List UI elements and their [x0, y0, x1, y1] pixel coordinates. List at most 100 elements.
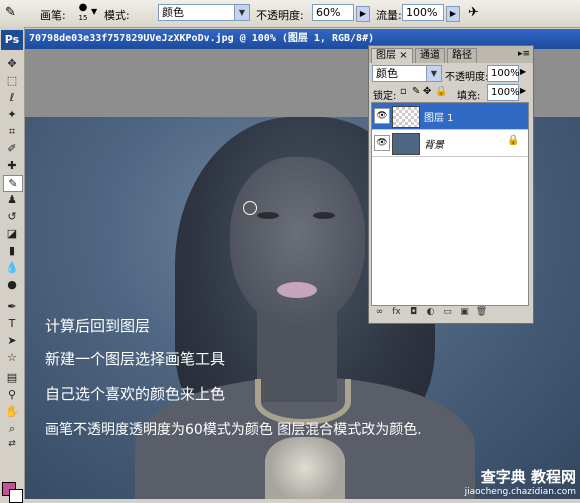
tab-layers[interactable]: 图层 ×: [371, 48, 413, 63]
lock-label: 锁定:: [373, 91, 397, 102]
watermark-title: 查字典 教程网: [480, 468, 576, 486]
watermark: 查字典 教程网 jiaocheng.chazidian.com: [465, 466, 576, 497]
fill-label: 填充:: [457, 91, 481, 102]
opacity-input[interactable]: 60%: [312, 4, 354, 21]
opacity-value: 60%: [316, 6, 341, 19]
overlay-text-line-3: 自己选个喜欢的颜色来上色: [45, 385, 226, 403]
opacity-label: 不透明度:: [256, 9, 304, 22]
adjustment-icon[interactable]: ◐: [422, 307, 439, 317]
gradient-tool-icon[interactable]: ▮: [3, 243, 21, 258]
lock-transparency-icon[interactable]: ▫: [400, 86, 407, 97]
lock-icon: 🔒: [507, 135, 520, 146]
magic-wand-icon[interactable]: ✦: [3, 107, 21, 122]
dodge-tool-icon[interactable]: ●: [3, 277, 21, 292]
layer-name: 图层 1: [424, 113, 454, 124]
layer-row-background[interactable]: 👁 背景 🔒: [372, 130, 528, 157]
document-title: 70798de03e33f757829UVeJzXKPoDv.jpg @ 100…: [29, 33, 375, 44]
lock-pixels-icon[interactable]: ✎: [412, 86, 420, 97]
lasso-tool-icon[interactable]: ℓ: [3, 90, 21, 105]
layer-opacity-label: 不透明度:: [445, 72, 489, 83]
link-icon[interactable]: ∞: [371, 307, 388, 317]
lock-all-icon[interactable]: 🔒: [435, 86, 447, 97]
overlay-text-line-4: 画笔不透明度透明度为60模式为颜色 图层混合模式改为颜色.: [45, 422, 422, 438]
lock-position-icon[interactable]: ✥: [423, 86, 431, 97]
panel-tabs: 图层 × 通道 路径 ▸≡: [369, 46, 533, 63]
layer-name: 背景: [424, 140, 444, 151]
history-brush-icon[interactable]: ↺: [3, 209, 21, 224]
photo-face: [230, 157, 365, 327]
move-tool-icon[interactable]: ✥: [3, 56, 21, 71]
brush-dropdown-arrow[interactable]: ▼: [91, 7, 97, 16]
tab-layers-label: 图层: [376, 50, 396, 61]
blend-mode-select[interactable]: 颜色 ▼: [372, 65, 442, 82]
app-logo: Ps: [1, 30, 23, 50]
swap-colors-icon[interactable]: ⇄: [3, 437, 21, 452]
brush-tool-icon[interactable]: ✎: [3, 175, 23, 192]
flow-input[interactable]: 100%: [402, 4, 444, 21]
mode-select[interactable]: 颜色 ▼: [158, 4, 250, 21]
fill-input[interactable]: 100%: [487, 84, 520, 101]
layer-opacity-input[interactable]: 100%: [487, 65, 520, 82]
blend-mode-value: 颜色: [376, 67, 398, 80]
mode-select-value: 颜色: [162, 6, 184, 19]
trash-icon[interactable]: 🗑: [473, 307, 490, 317]
photo-eye-left: [257, 212, 279, 219]
toolbox: Ps ✥ ⬚ ℓ ✦ ⌗ ✐ ✚ ✎ ♟ ↺ ◪ ▮ 💧 ● ✒ T ➤ ☆ ▤…: [0, 27, 25, 503]
eyedropper-icon[interactable]: ⚲: [3, 387, 21, 402]
photo-lips: [277, 282, 317, 298]
overlay-text-line-2: 新建一个图层选择画笔工具: [45, 350, 226, 368]
layer-row-layer1[interactable]: 👁 图层 1: [372, 103, 528, 130]
crop-tool-icon[interactable]: ⌗: [3, 124, 21, 139]
eye-icon[interactable]: 👁: [374, 135, 390, 151]
airbrush-icon[interactable]: ✈: [468, 5, 479, 20]
photo-eye-right: [313, 212, 335, 219]
blend-row: 颜色 ▼ 不透明度: 100% ▶: [369, 65, 533, 85]
opacity-slider-arrow[interactable]: ▶: [356, 6, 370, 22]
mode-label: 模式:: [104, 9, 130, 22]
new-layer-icon[interactable]: ▣: [456, 307, 473, 317]
photo-necklace: [255, 379, 351, 425]
hand-tool-icon[interactable]: ✋: [3, 404, 21, 419]
stamp-tool-icon[interactable]: ♟: [3, 192, 21, 207]
panel-menu-icon[interactable]: ▸≡: [518, 49, 530, 59]
brush-tool-icon[interactable]: ✎: [5, 5, 16, 20]
layers-list: 👁 图层 1 👁 背景 🔒: [371, 102, 529, 306]
fill-value: 100%: [491, 87, 520, 98]
layers-panel-toolbar: ∞ fx ◘ ◐ ▭ ▣ 🗑: [371, 307, 529, 322]
marquee-tool-icon[interactable]: ⬚: [3, 73, 21, 88]
flow-value: 100%: [406, 6, 438, 19]
blur-tool-icon[interactable]: 💧: [3, 260, 21, 275]
layer-thumbnail: [392, 106, 420, 128]
pen-tool-icon[interactable]: ✒: [3, 299, 21, 314]
lock-row: 锁定: ▫ ✎ ✥ 🔒 填充: 100% ▶: [369, 84, 533, 104]
folder-icon[interactable]: ▭: [439, 307, 456, 317]
fill-arrow[interactable]: ▶: [520, 86, 526, 95]
layer-opacity-value: 100%: [491, 68, 520, 79]
layers-panel: 图层 × 通道 路径 ▸≡ 颜色 ▼ 不透明度: 100% ▶ 锁定: ▫ ✎ …: [368, 45, 534, 324]
mask-icon[interactable]: ◘: [405, 307, 422, 317]
fx-icon[interactable]: fx: [388, 307, 405, 317]
watermark-url: jiaocheng.chazidian.com: [464, 487, 576, 497]
brush-cursor-icon: [243, 201, 257, 215]
flow-slider-arrow[interactable]: ▶: [446, 6, 460, 22]
chevron-down-icon: ▼: [234, 5, 249, 20]
overlay-text-line-1: 计算后回到图层: [45, 317, 151, 335]
flow-label: 流量:: [376, 9, 402, 22]
zoom-tool-icon[interactable]: ⌕: [3, 421, 21, 436]
eraser-tool-icon[interactable]: ◪: [3, 226, 21, 241]
options-bar: ✎ 画笔: ● 15 ▼ 模式: 颜色 ▼ 不透明度: 60% ▶ 流量: 10…: [0, 0, 580, 28]
path-select-icon[interactable]: ➤: [3, 333, 21, 348]
layer-opacity-arrow[interactable]: ▶: [520, 67, 526, 76]
tab-paths[interactable]: 路径: [447, 48, 477, 63]
chevron-down-icon: ▼: [426, 66, 441, 81]
eye-icon[interactable]: 👁: [374, 108, 390, 124]
shape-tool-icon[interactable]: ☆: [3, 350, 21, 365]
type-tool-icon[interactable]: T: [3, 316, 21, 331]
healing-brush-icon[interactable]: ✚: [3, 158, 21, 173]
slice-tool-icon[interactable]: ✐: [3, 141, 21, 156]
brush-label: 画笔:: [40, 9, 66, 22]
background-color-swatch[interactable]: [9, 489, 23, 503]
close-icon[interactable]: ×: [399, 50, 407, 61]
tab-channels[interactable]: 通道: [415, 48, 445, 63]
notes-tool-icon[interactable]: ▤: [3, 370, 21, 385]
